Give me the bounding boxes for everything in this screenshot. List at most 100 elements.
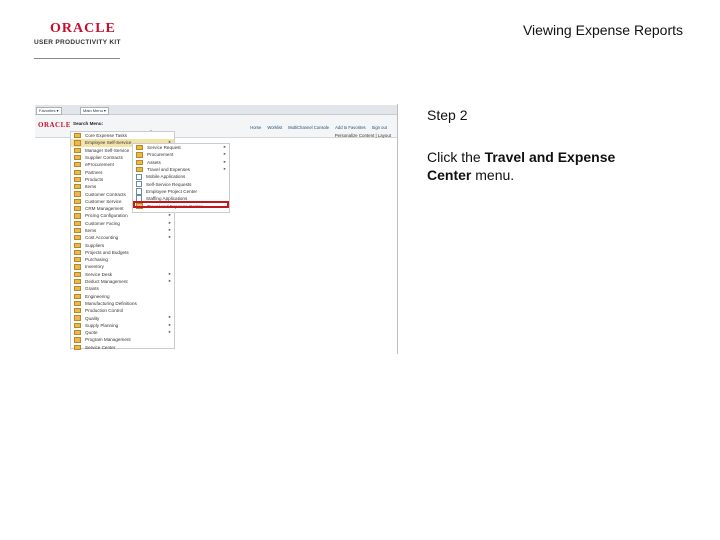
chevron-right-icon: ▸ xyxy=(168,212,171,218)
folder-icon xyxy=(74,322,81,328)
main-menu-item[interactable]: Quality ▸ xyxy=(71,314,174,321)
main-menu-item-label: Grants xyxy=(85,286,99,292)
main-menu-item[interactable]: Items ▸ xyxy=(71,227,174,234)
personalize-links[interactable]: Personalize Content | Layout xyxy=(335,133,391,138)
main-menu-item-label: Projects and Budgets xyxy=(85,249,129,255)
submenu-item-label: Self-Service Requests xyxy=(146,181,192,187)
main-menu-item[interactable]: Purchasing xyxy=(71,256,174,263)
main-menu-item[interactable]: Pricing Configuration ▸ xyxy=(71,212,174,219)
main-menu-item[interactable]: Deduct Management ▸ xyxy=(71,278,174,285)
oracle-upk-logo: ORACLE USER PRODUCTIVITY KIT xyxy=(34,22,134,59)
main-menu-item-label: Production Control xyxy=(85,308,124,314)
submenu-item[interactable]: Assets ▸ xyxy=(133,159,229,166)
main-menu-item[interactable]: Projects and Budgets xyxy=(71,249,174,256)
main-menu-item[interactable]: Inventory xyxy=(71,263,174,270)
chevron-right-icon: ▸ xyxy=(168,219,171,225)
chevron-right-icon: ▸ xyxy=(168,270,171,276)
folder-icon xyxy=(74,242,81,248)
folder-icon xyxy=(74,308,81,314)
submenu-item[interactable]: Travel and Expenses ▸ xyxy=(133,166,229,173)
chevron-right-icon: ▸ xyxy=(168,321,171,327)
application-screenshot: Favorites ▾ Main Menu ▾ Search Menu: ⊙ H… xyxy=(35,105,397,350)
document-icon xyxy=(136,180,142,188)
main-menu-item[interactable]: Suppliers xyxy=(71,241,174,248)
folder-icon xyxy=(136,166,143,173)
main-menu-item[interactable]: Service Desk ▸ xyxy=(71,271,174,278)
main-menu-item-label: Items xyxy=(85,228,97,233)
folder-icon xyxy=(74,330,81,336)
folder-icon xyxy=(74,344,81,350)
instruction-prefix: Click the xyxy=(427,149,485,165)
main-menu-item-label: Items xyxy=(85,184,97,190)
folder-icon xyxy=(74,257,81,263)
folder-icon xyxy=(74,315,81,321)
folder-icon xyxy=(74,198,81,204)
main-menu-item-label: Employee Self-Service xyxy=(85,140,132,146)
mini-oracle-logo: ORACLE xyxy=(38,121,71,129)
sign-out-link[interactable]: Sign out xyxy=(372,125,387,130)
search-menu-label: Search Menu: xyxy=(73,121,104,126)
main-menu-tab[interactable]: Main Menu ▾ xyxy=(80,107,109,115)
main-menu-item-label: Cost Accounting xyxy=(85,235,119,241)
folder-icon xyxy=(74,286,81,292)
main-menu-item-label: Quality xyxy=(85,315,100,321)
main-menu-item-label: Products xyxy=(85,176,104,182)
chevron-right-icon: ▸ xyxy=(168,314,171,320)
main-menu-item-label: Manager Self-Service xyxy=(85,147,130,153)
folder-icon xyxy=(74,235,81,241)
divider-line xyxy=(397,104,398,354)
folder-icon xyxy=(136,159,143,165)
submenu-item[interactable]: Procurement ▸ xyxy=(133,151,229,158)
main-menu-item[interactable]: Program Management xyxy=(71,336,174,343)
tab-bar: Favorites ▾ Main Menu ▾ xyxy=(35,105,397,115)
folder-icon xyxy=(74,140,81,146)
worklist-link[interactable]: Worklist xyxy=(267,125,282,130)
logo-rule xyxy=(34,58,120,59)
chevron-right-icon: ▸ xyxy=(168,226,171,232)
main-menu-item-label: Customer Facing xyxy=(85,220,120,226)
page-title: Viewing Expense Reports xyxy=(522,22,683,38)
main-menu-item[interactable]: Grants xyxy=(71,285,174,292)
main-menu-item[interactable]: Cost Accounting ▸ xyxy=(71,234,174,241)
folder-icon xyxy=(74,191,81,197)
add-to-favorites-link[interactable]: Add to Favorites xyxy=(335,125,366,130)
main-menu-item[interactable]: Manufacturing Definitions xyxy=(71,300,174,307)
main-menu-item-label: Purchasing xyxy=(85,257,108,263)
submenu-item[interactable]: Mobile Applications xyxy=(133,173,229,181)
home-link[interactable]: Home xyxy=(250,125,261,130)
submenu-item[interactable]: Service Request ▸ xyxy=(133,144,229,151)
main-menu-item-label: Supplier Contracts xyxy=(85,155,123,161)
folder-icon xyxy=(74,227,81,234)
main-menu-item[interactable]: Quote ▸ xyxy=(71,329,174,336)
main-menu-item-label: Partners xyxy=(85,169,103,175)
main-menu-item-label: Customer Service xyxy=(85,198,122,204)
favorites-tab[interactable]: Favorites ▾ xyxy=(36,107,62,115)
folder-icon xyxy=(136,152,143,158)
main-menu-item[interactable]: Service Center xyxy=(71,344,174,350)
folder-icon xyxy=(74,154,81,161)
main-menu-item[interactable]: Customer Facing ▸ xyxy=(71,220,174,227)
main-menu-item-label: CRM Management xyxy=(85,206,124,212)
document-icon xyxy=(136,173,142,181)
folder-icon xyxy=(74,213,81,219)
submenu-item[interactable]: Employee Project Center xyxy=(133,188,229,195)
main-menu-item[interactable]: Supply Planning ▸ xyxy=(71,322,174,329)
chevron-right-icon: ▸ xyxy=(223,144,226,149)
folder-icon xyxy=(74,133,81,139)
main-menu-item-label: Supply Planning xyxy=(85,322,119,328)
main-menu-item-label: Deduct Management xyxy=(85,279,128,285)
main-menu-item[interactable]: Core Expense Tasks xyxy=(71,132,174,139)
main-menu-item-label: eProcurement xyxy=(85,162,114,168)
chevron-right-icon: ▸ xyxy=(168,234,171,240)
submenu-item-label: Service Request xyxy=(147,145,181,151)
submenu-item-label: Procurement xyxy=(147,152,174,158)
multichannel-console-link[interactable]: MultiChannel Console xyxy=(288,125,329,130)
main-menu-item-label: Core Expense Tasks xyxy=(85,133,128,139)
submenu-item[interactable]: Self-Service Requests xyxy=(133,180,229,188)
main-menu-item[interactable]: Production Control xyxy=(71,307,174,314)
header-links: Home Worklist MultiChannel Console Add t… xyxy=(250,125,387,130)
main-menu-item-label: Program Management xyxy=(85,337,131,343)
folder-icon xyxy=(74,184,81,190)
main-menu-item[interactable]: Engineering xyxy=(71,293,174,300)
main-menu-item-label: Inventory xyxy=(85,264,104,270)
